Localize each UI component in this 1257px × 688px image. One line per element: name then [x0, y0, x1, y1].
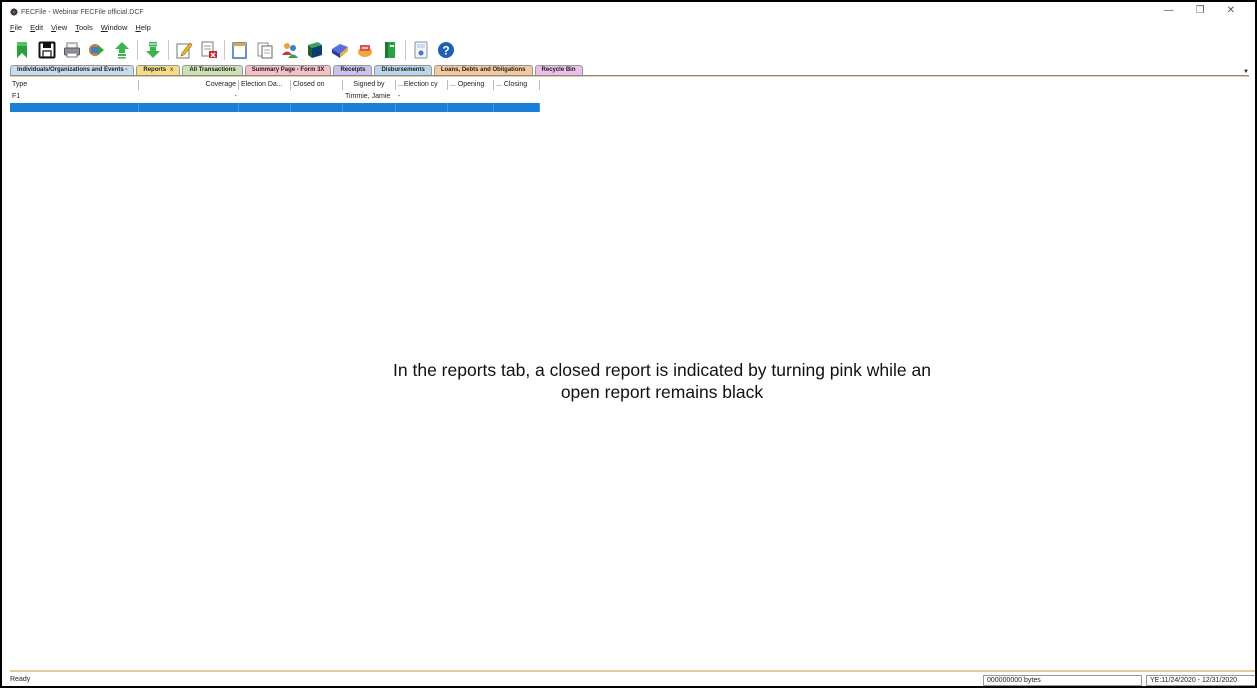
tab-label: Reports: [143, 67, 167, 73]
status-bytes: 000000000 bytes: [983, 675, 1142, 686]
column-header-opening[interactable]: ... Opening: [448, 80, 494, 90]
close-button[interactable]: ✕: [1227, 5, 1235, 16]
tab-label: All Transactions: [189, 67, 236, 73]
column-header-election-date[interactable]: Election Da...: [239, 80, 291, 90]
menu-file[interactable]: File: [10, 23, 22, 34]
column-header-election-cycle[interactable]: ...Election cy: [396, 80, 448, 90]
paste-icon[interactable]: [255, 40, 275, 60]
table-cell: F1: [12, 93, 21, 100]
caption-line-2: open report remains black: [560, 382, 764, 402]
table-cell: [239, 103, 291, 112]
new-report-icon[interactable]: [12, 40, 32, 60]
print-icon[interactable]: [62, 40, 82, 60]
tab-individuals[interactable]: Individuals/Organizations and Events -: [10, 65, 135, 75]
column-header-coverage[interactable]: Coverage: [139, 80, 239, 90]
menu-window[interactable]: Window: [101, 23, 128, 34]
tab-disbursements[interactable]: Disbursements: [374, 65, 432, 75]
menu-view[interactable]: View: [51, 23, 67, 34]
toolbar-separator: [224, 40, 225, 60]
copy-icon[interactable]: [230, 40, 250, 60]
caption-line-1: In the reports tab, a closed report is i…: [393, 360, 931, 380]
title-bar: FECFile - Webinar FECFile official.DCF: [10, 7, 144, 17]
table-cell: [448, 92, 494, 101]
calculator-icon[interactable]: [411, 40, 431, 60]
edit-icon[interactable]: [174, 40, 194, 60]
help-icon[interactable]: ?: [436, 40, 456, 60]
window-controls: — ❐ ✕: [1164, 5, 1235, 16]
table-cell: [139, 103, 239, 112]
toolbar-separator: [168, 40, 169, 60]
table-cell: [448, 103, 494, 112]
tab-label: Disbursements: [381, 67, 425, 73]
toolbar: ?: [12, 38, 461, 62]
column-header-signed-by[interactable]: Signed by: [343, 80, 396, 90]
table-cell: [494, 92, 540, 101]
caption-overlay: In the reports tab, a closed report is i…: [302, 359, 1022, 403]
toolbar-separator: [405, 40, 406, 60]
table-row[interactable]: F1 - Timmie, Jamie -: [10, 92, 540, 101]
tab-loans-debts[interactable]: Loans, Debts and Obligations: [433, 65, 533, 75]
book-icon[interactable]: [305, 40, 325, 60]
app-icon: [10, 8, 18, 16]
table-cell: [291, 103, 343, 112]
table-cell: [239, 92, 291, 101]
tab-label: Summary Page - Form 3X: [251, 67, 325, 73]
table-row-selected[interactable]: [10, 103, 540, 112]
contacts-icon[interactable]: [280, 40, 300, 60]
upload-icon[interactable]: [112, 40, 132, 60]
tab-label: Receipts: [340, 67, 366, 73]
svg-text:?: ?: [442, 43, 449, 57]
column-header-closed-on[interactable]: Closed on: [291, 80, 343, 90]
table-cell: Timmie, Jamie: [345, 93, 391, 100]
app-window: FECFile - Webinar FECFile official.DCF —…: [0, 0, 1257, 688]
tab-close-icon[interactable]: x: [170, 67, 173, 73]
table-cell: [10, 103, 139, 112]
grid-header: Type Coverage Election Da... Closed on S…: [10, 80, 540, 90]
book-green-icon[interactable]: [380, 40, 400, 60]
save-icon[interactable]: [37, 40, 57, 60]
tab-summary-page[interactable]: Summary Page - Form 3X: [244, 65, 332, 75]
tab-reports[interactable]: Reports x: [136, 65, 181, 75]
tab-recycle-bin[interactable]: Recycle Bin: [534, 65, 583, 75]
tab-all-transactions[interactable]: All Transactions: [182, 65, 243, 75]
import-icon[interactable]: [87, 40, 107, 60]
menu-tools[interactable]: Tools: [75, 23, 93, 34]
menu-help[interactable]: Help: [135, 23, 150, 34]
column-header-closing[interactable]: ... Closing: [494, 80, 540, 90]
delete-icon[interactable]: [199, 40, 219, 60]
table-cell: [343, 103, 396, 112]
table-cell: -: [234, 93, 237, 100]
status-text: Ready: [10, 676, 31, 683]
download-icon[interactable]: [143, 40, 163, 60]
table-cell: [494, 103, 540, 112]
menu-edit[interactable]: Edit: [30, 23, 43, 34]
status-bar: Ready 000000000 bytes YE:11/24/2020 - 12…: [10, 670, 1255, 686]
tab-receipts[interactable]: Receipts: [333, 65, 373, 75]
transfer-icon[interactable]: [355, 40, 375, 60]
table-cell: -: [398, 93, 401, 100]
tab-label: Recycle Bin: [541, 67, 576, 73]
table-cell: [291, 92, 343, 101]
tab-scroll-icon[interactable]: ▼: [1243, 69, 1249, 75]
tab-divider: [10, 76, 1249, 77]
envelope-icon[interactable]: [330, 40, 350, 60]
minimize-button[interactable]: —: [1164, 5, 1174, 16]
column-header-type[interactable]: Type: [10, 80, 139, 90]
maximize-button[interactable]: ❐: [1196, 5, 1205, 16]
status-year-end: YE:11/24/2020 - 12/31/2020: [1146, 675, 1255, 686]
tab-strip: Individuals/Organizations and Events - R…: [10, 65, 1249, 76]
menu-bar: File Edit View Tools Window Help: [10, 23, 151, 34]
table-cell: [396, 103, 448, 112]
tab-label: Individuals/Organizations and Events -: [17, 67, 128, 73]
window-title: FECFile - Webinar FECFile official.DCF: [21, 8, 144, 16]
toolbar-separator: [137, 40, 138, 60]
tab-label: Loans, Debts and Obligations: [440, 67, 526, 73]
